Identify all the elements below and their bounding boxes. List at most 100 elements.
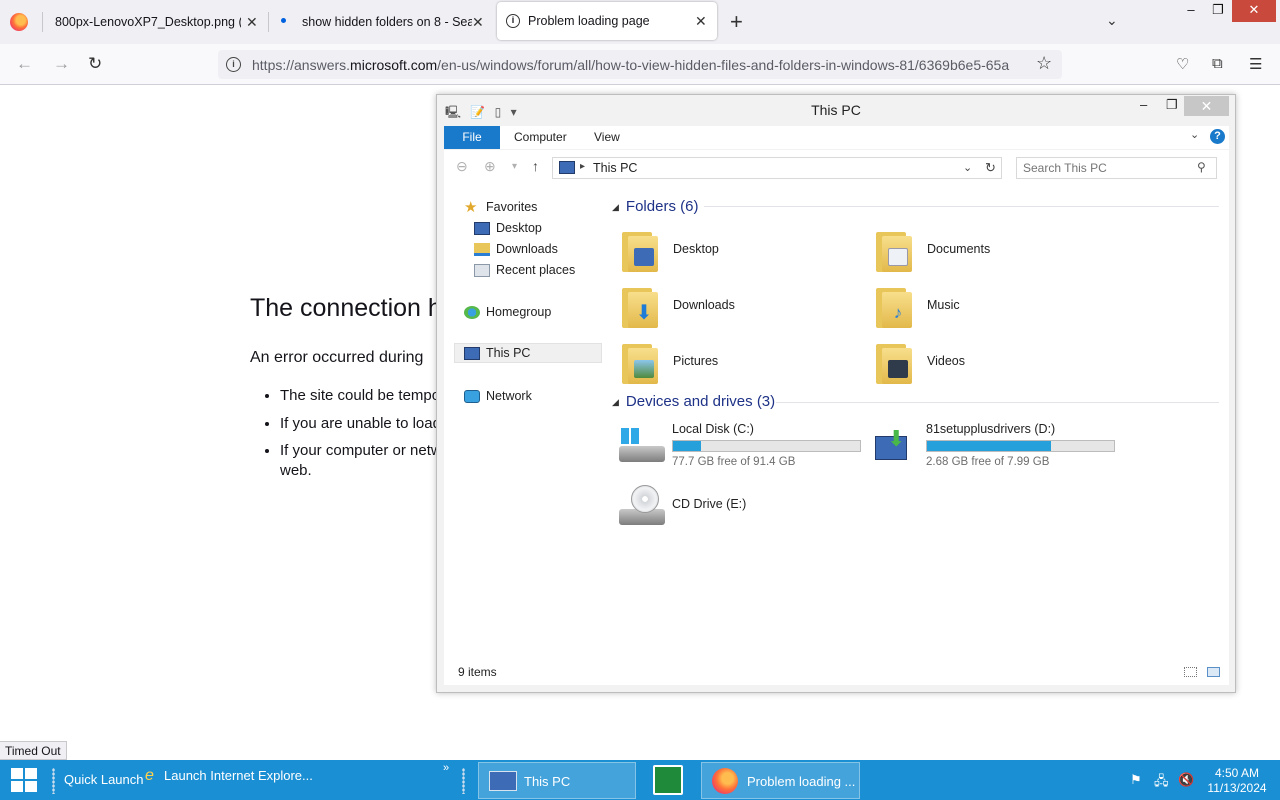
tab-file[interactable]: File <box>444 126 500 149</box>
breadcrumb-this-pc[interactable]: This PC <box>593 161 637 175</box>
task-this-pc[interactable]: This PC <box>478 762 636 799</box>
pocket-icon[interactable]: ♡ <box>1176 55 1189 73</box>
computer-icon <box>464 346 480 360</box>
folder-videos-icon <box>876 342 912 384</box>
search-box[interactable]: ⚲ <box>1016 157 1217 179</box>
search-input[interactable] <box>1023 161 1193 175</box>
url-bar[interactable]: i https://answers.microsoft.com/en-us/wi… <box>218 50 1062 79</box>
nav-network[interactable]: Network <box>464 386 532 406</box>
menu-hamburger-icon[interactable]: ☰ <box>1249 55 1262 73</box>
folder-videos[interactable]: Videos <box>876 340 1116 388</box>
folder-music[interactable]: ♪ Music <box>876 284 1116 332</box>
nav-label: Favorites <box>486 200 538 214</box>
close-tab-icon[interactable]: ✕ <box>695 13 707 30</box>
new-tab-icon[interactable]: + <box>730 9 743 35</box>
drive-usage-fill <box>673 441 702 451</box>
list-tabs-chevron-icon[interactable]: ⌄ <box>1106 12 1118 29</box>
group-header-folders[interactable]: ◢ Folders (6) <box>612 198 698 215</box>
nav-downloads[interactable]: Downloads <box>474 239 558 259</box>
maximize-icon[interactable]: ❐ <box>1166 97 1178 113</box>
site-info-icon[interactable]: i <box>226 57 241 72</box>
drive-usage-fill <box>927 441 1052 451</box>
recent-locations-chevron-icon[interactable]: ▾ <box>512 161 517 172</box>
up-arrow-icon[interactable]: ↑ <box>532 158 539 174</box>
folder-desktop[interactable]: Desktop <box>622 228 862 276</box>
tab-view[interactable]: View <box>594 126 620 149</box>
extensions-icon[interactable]: ⧉ <box>1212 55 1223 72</box>
explorer-title-bar[interactable]: 🖳 📝 ▯ ▾ This PC – ❐ ✕ <box>437 95 1235 124</box>
help-icon[interactable]: ? <box>1210 129 1225 144</box>
tab-search[interactable]: show hidden folders on 8 - Sear ✕ <box>278 0 488 44</box>
minimize-icon[interactable]: – <box>1177 0 1205 22</box>
drive-d[interactable]: ⬇ 81setupplusdrivers (D:) 2.68 GB free o… <box>873 422 1123 472</box>
reload-icon[interactable]: ↻ <box>88 54 102 74</box>
nav-this-pc[interactable]: This PC <box>454 343 602 363</box>
toolbar-overflow-chevron-icon[interactable]: » <box>443 762 449 774</box>
nav-recent-places[interactable]: Recent places <box>474 260 575 280</box>
close-icon[interactable]: ✕ <box>1184 96 1229 116</box>
start-windows-icon[interactable] <box>11 768 38 792</box>
firefox-icon <box>712 768 738 794</box>
store-app-icon[interactable] <box>653 765 683 795</box>
clock-date: 11/13/2024 <box>1207 781 1267 795</box>
maximize-icon[interactable]: ❐ <box>1204 0 1232 22</box>
large-icons-view-icon[interactable] <box>1207 667 1220 677</box>
close-window-icon[interactable]: ✕ <box>1232 0 1276 22</box>
drive-c[interactable]: Local Disk (C:) 77.7 GB free of 91.4 GB <box>619 422 869 472</box>
bookmark-star-icon[interactable]: ☆ <box>1036 53 1052 74</box>
folder-pictures[interactable]: Pictures <box>622 340 862 388</box>
close-tab-icon[interactable]: ✕ <box>246 14 258 31</box>
tab-image[interactable]: 800px-LenovoXP7_Desktop.png (WE ✕ <box>55 0 265 44</box>
folder-name: Music <box>927 298 960 312</box>
folder-name: Pictures <box>673 354 719 368</box>
explorer-title: This PC <box>811 102 861 118</box>
breadcrumb-chevron-icon[interactable]: ▸ <box>580 161 585 172</box>
collapse-triangle-icon[interactable]: ◢ <box>612 397 619 407</box>
action-center-flag-icon[interactable]: ⚑ <box>1130 772 1142 788</box>
nav-label: Homegroup <box>486 305 552 319</box>
collapse-triangle-icon[interactable]: ◢ <box>612 202 619 212</box>
internet-explorer-icon[interactable]: e <box>145 767 154 785</box>
address-bar[interactable]: ▸ This PC ⌄ ↻ <box>552 157 1002 179</box>
nav-desktop[interactable]: Desktop <box>474 218 542 238</box>
close-tab-icon[interactable]: ✕ <box>472 14 484 31</box>
nav-homegroup[interactable]: Homegroup <box>464 302 551 322</box>
volume-muted-icon[interactable]: 🔇 <box>1178 772 1194 788</box>
firefox-icon <box>10 13 28 31</box>
group-title: Devices and drives (3) <box>625 393 776 410</box>
tab-problem-loading[interactable]: i Problem loading page ✕ <box>497 2 717 40</box>
task-label: Problem loading ... <box>747 774 856 789</box>
tab-computer[interactable]: Computer <box>514 126 567 149</box>
nav-label: Downloads <box>496 242 558 256</box>
drive-e[interactable]: CD Drive (E:) <box>619 485 869 535</box>
address-dropdown-icon[interactable]: ⌄ <box>963 161 972 174</box>
network-tray-icon[interactable]: 🖧 <box>1154 772 1169 794</box>
refresh-icon[interactable]: ↻ <box>985 160 996 176</box>
toolbar-grip[interactable] <box>462 768 465 794</box>
folder-name: Videos <box>927 354 965 368</box>
setup-drive-icon: ⬇ <box>873 428 919 460</box>
drive-usage-bar <box>672 440 861 452</box>
folder-desktop-icon <box>622 230 658 272</box>
group-title: Folders (6) <box>625 198 699 215</box>
info-icon: i <box>506 14 520 28</box>
url-text[interactable]: https://answers.microsoft.com/en-us/wind… <box>252 57 1032 73</box>
task-firefox[interactable]: Problem loading ... <box>701 762 860 799</box>
folder-documents[interactable]: Documents <box>876 228 1116 276</box>
forward-arrow-icon[interactable]: → <box>53 54 70 74</box>
minimize-icon[interactable]: – <box>1140 97 1147 112</box>
folder-downloads[interactable]: ⬇ Downloads <box>622 284 862 332</box>
launch-ie-shortcut[interactable]: Launch Internet Explore... <box>164 768 313 783</box>
computer-icon <box>489 771 517 791</box>
nav-favorites[interactable]: ★ Favorites <box>464 197 537 217</box>
details-view-icon[interactable] <box>1184 667 1197 677</box>
toolbar-grip[interactable] <box>52 768 55 794</box>
forward-arrow-icon[interactable]: ⊕ <box>484 158 496 175</box>
taskbar-clock[interactable]: 4:50 AM 11/13/2024 <box>1204 766 1270 796</box>
back-arrow-icon[interactable]: ← <box>16 54 33 74</box>
cd-drive-icon <box>619 485 665 525</box>
expand-ribbon-chevron-icon[interactable]: ⌄ <box>1190 128 1199 141</box>
tab-separator <box>268 12 269 32</box>
back-arrow-icon[interactable]: ⊖ <box>456 158 468 175</box>
group-header-devices[interactable]: ◢ Devices and drives (3) <box>612 393 775 410</box>
